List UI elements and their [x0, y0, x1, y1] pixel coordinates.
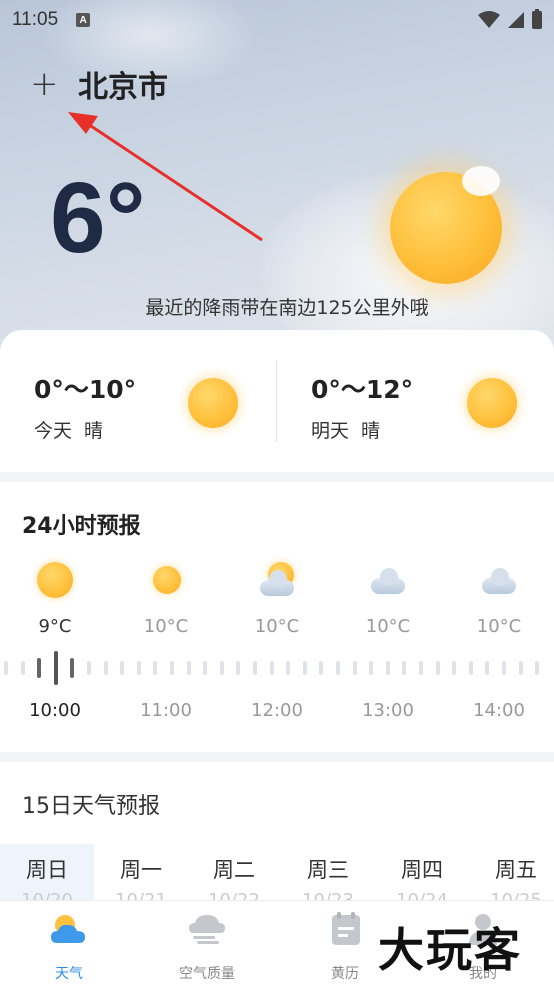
slider-tick	[518, 661, 523, 675]
forecast15-title: 15日天气预报	[22, 794, 160, 819]
hourly-title: 24小时预报	[22, 514, 141, 539]
slider-tick	[37, 658, 42, 678]
today-tomorrow-card: 0°～10° 今天晴 0°～12° 明天晴	[0, 330, 554, 472]
slider-tick	[103, 661, 108, 675]
slider-tick	[53, 651, 58, 685]
sun-icon	[467, 378, 517, 428]
hour-temp: 10°C	[254, 616, 300, 637]
cloud-icon	[462, 166, 500, 196]
slider-tick	[319, 661, 324, 675]
slider-tick	[269, 661, 274, 675]
day-summary-today[interactable]: 0°～10° 今天晴	[0, 330, 277, 472]
hour-time[interactable]: 13:00	[333, 700, 443, 721]
slider-tick	[385, 661, 390, 675]
rain-message: 最近的降雨带在南边125公里外哦	[145, 297, 429, 319]
slider-tick	[535, 661, 540, 675]
hour-slider[interactable]	[0, 650, 554, 686]
slider-tick	[286, 661, 291, 675]
weather-icon	[51, 915, 85, 943]
cloud-icon	[333, 560, 443, 600]
temp-range: 0°～10°	[34, 375, 137, 404]
slider-tick	[435, 661, 440, 675]
slider-tick	[419, 661, 423, 675]
hour-time[interactable]: 12:00	[222, 700, 332, 721]
hour-temp: 10°C	[476, 616, 522, 637]
header-sky: 11:05 A + 北京市 6° 最近的降雨带在南边125公里外哦	[0, 0, 554, 360]
day-condition: 晴	[84, 420, 104, 442]
slider-tick	[336, 661, 340, 675]
nav-item-weather[interactable]: 天气	[0, 911, 138, 984]
hour-temp: 9°C	[38, 616, 72, 637]
sun-icon	[188, 378, 238, 428]
current-temperature: 6°	[50, 162, 146, 274]
day-summary-tomorrow[interactable]: 0°～12° 明天晴	[277, 330, 554, 472]
hour-time[interactable]: 14:00	[444, 700, 554, 721]
slider-tick	[485, 661, 490, 675]
slider-tick	[402, 661, 407, 675]
sun-icon	[111, 560, 221, 600]
slider-tick	[302, 661, 307, 675]
sun-icon	[0, 560, 110, 600]
slider-tick	[70, 658, 75, 678]
slider-tick	[170, 661, 174, 675]
slider-tick	[153, 661, 158, 675]
slider-tick	[136, 661, 141, 675]
nav-label: 天气	[55, 966, 83, 982]
hour-time[interactable]: 11:00	[111, 700, 221, 721]
partly-cloudy-icon	[222, 560, 332, 600]
nav-item-air-quality[interactable]: 空气质量	[138, 911, 276, 984]
watermark-text: 大玩客	[378, 923, 522, 977]
slider-tick	[4, 661, 8, 675]
slider-tick	[502, 661, 506, 675]
slider-tick	[352, 661, 357, 675]
temp-range: 0°～12°	[311, 375, 414, 404]
slider-tick	[219, 661, 224, 675]
slider-tick	[369, 661, 374, 675]
calendar-icon	[332, 912, 360, 945]
day-name: 今天	[34, 420, 73, 442]
hourly-forecast-card: 24小时预报 9°C 10°C 10°C 10°C 10°C 10:00 11:…	[0, 482, 554, 752]
slider-tick	[452, 661, 457, 675]
slider-tick	[253, 661, 257, 675]
slider-tick	[186, 661, 191, 675]
hour-time[interactable]: 10:00	[0, 700, 110, 721]
day-label: 明天晴	[311, 416, 380, 443]
slider-tick	[87, 661, 91, 675]
day-name: 明天	[311, 420, 350, 442]
nav-label: 空气质量	[179, 966, 235, 982]
slider-tick	[20, 661, 25, 675]
hour-temp: 10°C	[365, 616, 411, 637]
slider-tick	[120, 661, 125, 675]
slider-tick	[203, 661, 208, 675]
day-label: 今天晴	[34, 416, 103, 443]
slider-tick	[236, 661, 241, 675]
slider-tick	[468, 661, 473, 675]
day-condition: 晴	[361, 420, 381, 442]
cloud-icon	[444, 560, 554, 600]
air-quality-icon	[189, 915, 225, 944]
forecast-15day-card: 15日天气预报 周日 周一 周二 周三 周四 周五 10/20 10/21 10…	[0, 762, 554, 911]
hour-temp: 10°C	[143, 616, 189, 637]
